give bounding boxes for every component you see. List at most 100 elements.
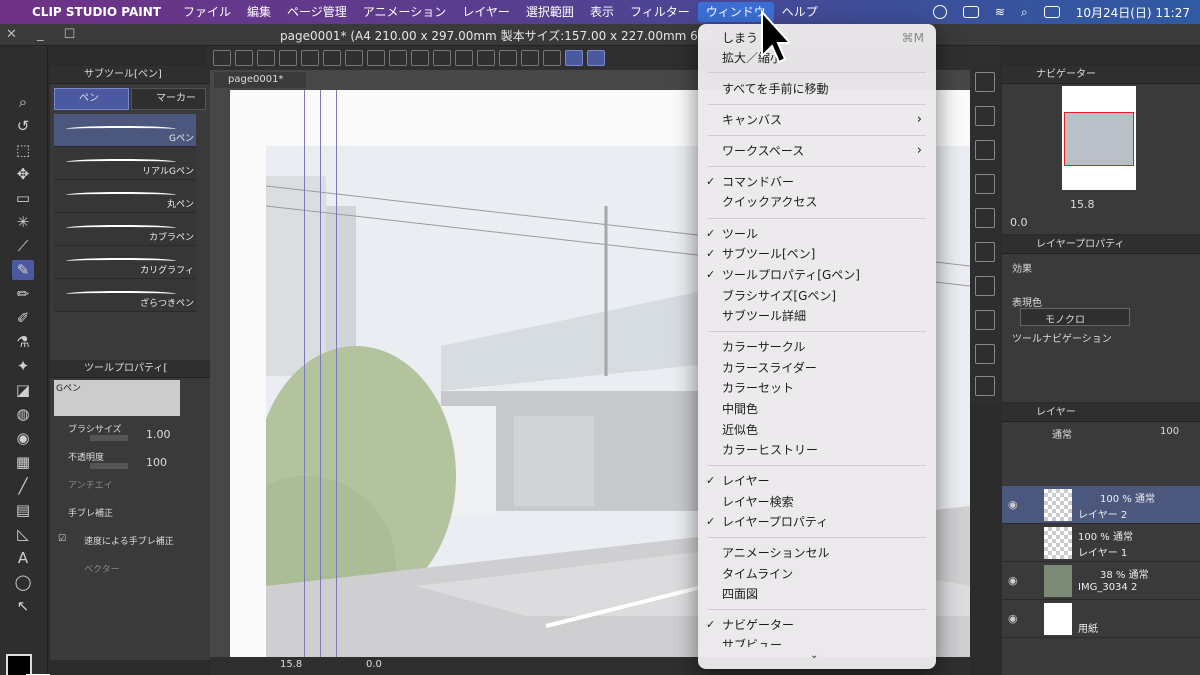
menu-layer[interactable]: レイヤー — [454, 0, 518, 24]
vector-row[interactable]: ベクター — [50, 558, 210, 586]
tab-pen[interactable]: ペン — [54, 88, 129, 110]
canvas-tab[interactable]: page0001* — [214, 72, 306, 88]
brush-item[interactable]: リアルGペン — [54, 147, 196, 180]
eye-icon[interactable]: ◉ — [1008, 612, 1018, 625]
opacity-slider[interactable] — [90, 463, 128, 469]
menu-item-approximate-color[interactable]: 近似色 — [698, 420, 936, 440]
stabilize-row[interactable]: 手ブレ補正 — [50, 502, 210, 530]
brush-item[interactable]: ざらつきペン — [54, 279, 196, 312]
speed-stabilize-row[interactable]: ☑ 速度による手ブレ補正 — [50, 530, 210, 558]
navigator-viewport-frame[interactable] — [1064, 112, 1134, 166]
menu-item-bring-all-front[interactable]: すべてを手前に移動 — [698, 79, 936, 99]
menu-page[interactable]: ページ管理 — [279, 0, 355, 24]
material-icon[interactable] — [975, 310, 995, 330]
eraser-tool-icon[interactable]: ◪ — [12, 380, 34, 400]
material-icon[interactable] — [975, 376, 995, 396]
deselect-icon[interactable] — [477, 50, 495, 66]
object-tool-icon[interactable]: ⬚ — [12, 140, 34, 160]
menu-item-brush-size[interactable]: ブラシサイズ[Gペン] — [698, 286, 936, 306]
selection-tool-icon[interactable]: ▭ — [12, 188, 34, 208]
figure-tool-icon[interactable]: ╱ — [12, 476, 34, 496]
material-icon[interactable] — [975, 276, 995, 296]
operation-tool-icon[interactable]: ↺ — [12, 116, 34, 136]
menu-selection[interactable]: 選択範囲 — [518, 0, 582, 24]
snap-special-ruler-icon[interactable] — [565, 50, 583, 66]
layer-row[interactable]: ◉ 100 % 通常 レイヤー 2 — [1002, 486, 1200, 524]
ruler-tool-icon[interactable]: ◺ — [12, 524, 34, 544]
menu-item-zoom[interactable]: 拡大／縮小 — [698, 48, 936, 68]
brush-size-value[interactable]: 1.00 — [146, 428, 171, 441]
rotation-value[interactable]: 0.0 — [366, 659, 382, 670]
menu-item-navigator[interactable]: ✓ ナビゲーター — [698, 615, 936, 635]
creative-cloud-icon[interactable] — [932, 5, 947, 19]
window-controls[interactable]: ✕ _ ☐ — [6, 27, 83, 42]
show-selection-icon[interactable] — [521, 50, 539, 66]
invert-selection-icon[interactable] — [499, 50, 517, 66]
fill-tool-icon[interactable]: ◉ — [12, 428, 34, 448]
save-icon[interactable] — [279, 50, 297, 66]
menu-item-color-set[interactable]: カラーセット — [698, 378, 936, 398]
main-color-swatch[interactable] — [6, 654, 32, 675]
material-icon[interactable] — [975, 106, 995, 126]
menu-item-timeline[interactable]: タイムライン — [698, 564, 936, 584]
snap-ruler-icon[interactable] — [543, 50, 561, 66]
pencil-tool-icon[interactable]: ✏ — [12, 284, 34, 304]
new-icon[interactable] — [235, 50, 253, 66]
opacity-value[interactable]: 100 — [146, 456, 167, 469]
menu-animation[interactable]: アニメーション — [355, 0, 455, 24]
ruler-guide-line[interactable] — [320, 90, 321, 660]
menu-item-command-bar[interactable]: ✓ コマンドバー — [698, 172, 936, 192]
menu-item-quick-access[interactable]: クイックアクセス — [698, 192, 936, 212]
layer-name[interactable]: レイヤー 2 — [1078, 506, 1127, 521]
menu-item-color-history[interactable]: カラーヒストリー — [698, 440, 936, 460]
app-name-menu[interactable]: CLIP STUDIO PAINT — [32, 5, 161, 19]
eyedropper-tool-icon[interactable]: ⟋ — [12, 236, 34, 256]
antialias-row[interactable]: アンチエイ — [50, 474, 210, 502]
material-icon[interactable] — [975, 344, 995, 364]
blend-mode-select[interactable]: 通常 — [1052, 426, 1072, 441]
tab-marker[interactable]: マーカー — [131, 88, 206, 110]
layer-row[interactable]: ◉ 用紙 — [1002, 600, 1200, 638]
layer-row[interactable]: 100 % 通常 レイヤー 1 — [1002, 524, 1200, 562]
layer-name[interactable]: 用紙 — [1078, 620, 1098, 635]
menu-item-layer-search[interactable]: レイヤー検索 — [698, 492, 936, 512]
layer-name[interactable]: レイヤー 1 — [1078, 544, 1127, 559]
navigator-thumbnail[interactable] — [1062, 86, 1136, 190]
snap-grid-icon[interactable] — [587, 50, 605, 66]
pen-tool-icon[interactable]: ✎ — [12, 260, 34, 280]
navigator-rotation-value[interactable]: 0.0 — [1010, 216, 1028, 229]
search-icon[interactable]: ⌕ — [1021, 5, 1028, 20]
eye-icon[interactable]: ◉ — [1008, 498, 1018, 511]
menu-edit[interactable]: 編集 — [239, 0, 279, 24]
decoration-tool-icon[interactable]: ✦ — [12, 356, 34, 376]
brush-item[interactable]: Gペン — [54, 114, 196, 147]
expression-color-select[interactable]: モノクロ — [1020, 308, 1130, 326]
menu-item-canvas[interactable]: キャンバス › — [698, 110, 936, 130]
redo-icon[interactable] — [389, 50, 407, 66]
menu-item-intermediate-color[interactable]: 中間色 — [698, 399, 936, 419]
export-png-icon[interactable] — [323, 50, 341, 66]
ruler-guide-line[interactable] — [304, 90, 305, 660]
material-icon[interactable] — [975, 208, 995, 228]
fill-icon[interactable] — [433, 50, 451, 66]
correct-line-tool-icon[interactable]: ↖ — [12, 596, 34, 616]
brush-size-slider[interactable] — [90, 435, 128, 441]
blend-tool-icon[interactable]: ◍ — [12, 404, 34, 424]
clear-icon[interactable] — [411, 50, 429, 66]
wifi-icon[interactable]: ≋ — [995, 5, 1005, 19]
control-center-icon[interactable] — [1043, 6, 1060, 18]
menu-item-3d-views[interactable]: 四面図 — [698, 584, 936, 604]
brush-item[interactable]: カリグラフィ — [54, 246, 196, 279]
menu-item-minimize[interactable]: しまう ⌘M — [698, 28, 936, 48]
frame-border-tool-icon[interactable]: ▤ — [12, 500, 34, 520]
menu-view[interactable]: 表示 — [582, 0, 622, 24]
navigator-zoom-value[interactable]: 15.8 — [1070, 198, 1095, 211]
airbrush-tool-icon[interactable]: ⚗ — [12, 332, 34, 352]
speed-stabilize-checkbox[interactable]: ☑ — [58, 534, 66, 544]
menu-item-subtool-detail[interactable]: サブツール詳細 — [698, 306, 936, 326]
material-icon[interactable] — [975, 174, 995, 194]
brush-tool-icon[interactable]: ✐ — [12, 308, 34, 328]
gradient-tool-icon[interactable]: ▦ — [12, 452, 34, 472]
balloon-tool-icon[interactable]: ◯ — [12, 572, 34, 592]
move-tool-icon[interactable]: ✥ — [12, 164, 34, 184]
